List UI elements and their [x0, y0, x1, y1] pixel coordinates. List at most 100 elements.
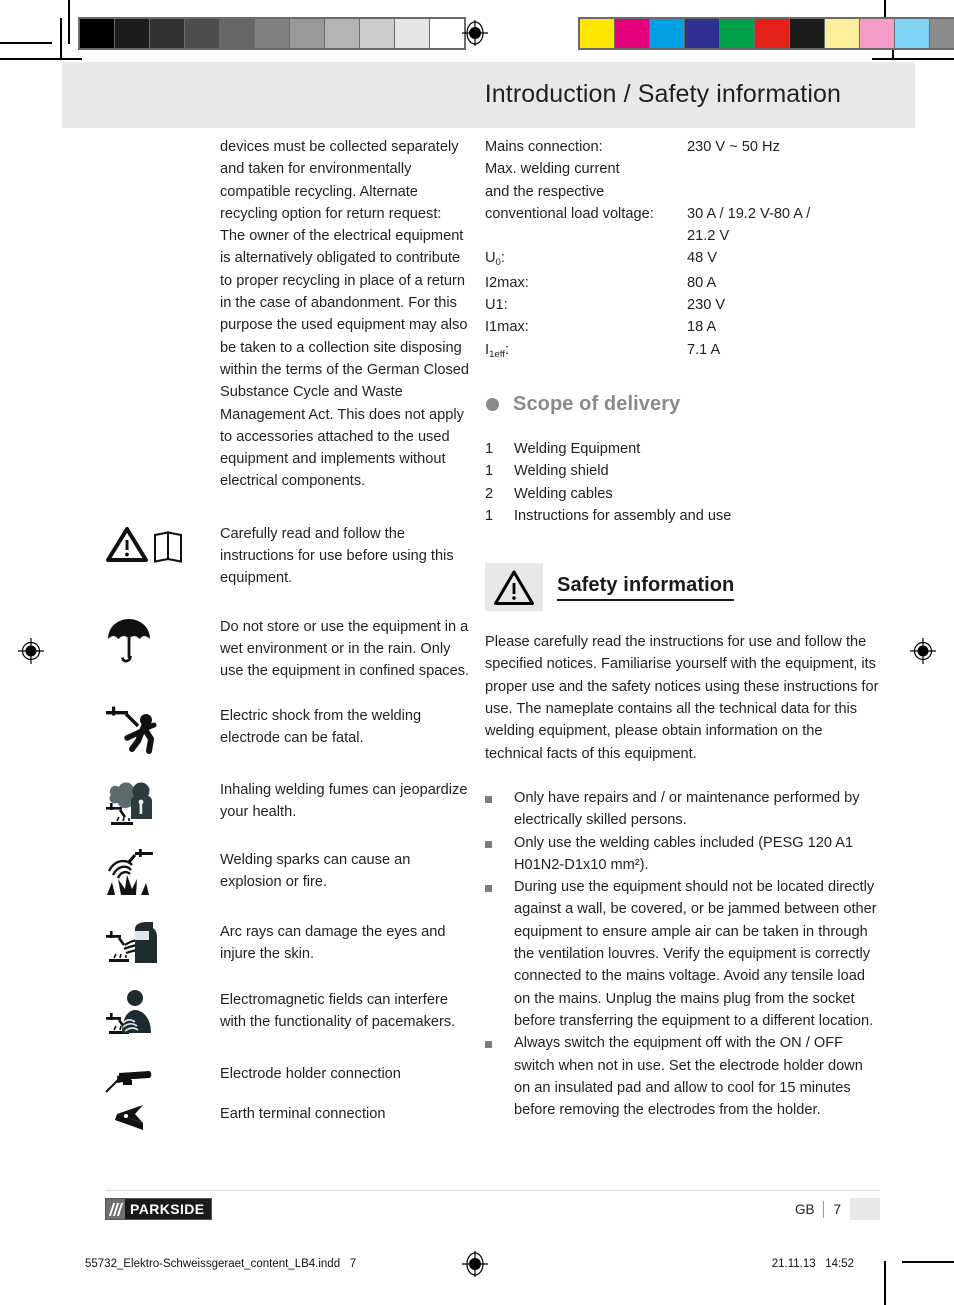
- disposal-paragraph: devices must be collected separately and…: [220, 139, 470, 490]
- safety-bullet-text: During use the equipment should not be l…: [514, 879, 877, 1029]
- parkside-slashes-icon: [106, 1199, 125, 1219]
- spec-label: conventional load voltage:: [485, 205, 654, 222]
- earth-clamp-icon: [115, 1104, 143, 1130]
- scope-of-delivery-list: 1 Welding Equipment 1 Welding shield 2 Weldin…: [485, 438, 880, 527]
- color-swatch: [614, 19, 649, 48]
- gray-swatch: [394, 19, 429, 48]
- delivery-item-quantity: 1: [485, 507, 494, 524]
- delivery-list-item: 2 Welding cables: [485, 483, 880, 505]
- crop-mark-top-right-horizontal-inner: [872, 58, 954, 60]
- gray-swatch: [324, 19, 359, 48]
- electromagnetic-field-pacemaker-icon: [106, 989, 151, 1034]
- gray-swatch: [114, 19, 149, 48]
- pictogram-icon-cell: [105, 1103, 220, 1133]
- spec-label: I2max:: [485, 274, 529, 291]
- delivery-item-name: Welding Equipment: [514, 440, 641, 457]
- safety-information-title: Safety information: [557, 574, 735, 601]
- delivery-item-name: Welding shield: [514, 463, 609, 480]
- delivery-item-quantity: 2: [485, 485, 494, 502]
- pictogram-caption: Electric shock from the welding electrod…: [220, 707, 422, 746]
- grayscale-calibration-bar: [78, 17, 466, 50]
- spec-label: Max. welding current: [485, 161, 620, 178]
- color-swatch: [719, 19, 754, 48]
- pictogram-icon-cell: [105, 616, 220, 666]
- scope-of-delivery-heading: Scope of delivery: [485, 393, 880, 416]
- delivery-item-quantity: 1: [485, 463, 494, 480]
- safety-bullet-text: Always switch the equipment off with the…: [514, 1035, 863, 1119]
- pictogram-caption: Earth terminal connection: [220, 1105, 386, 1122]
- spec-value: [687, 158, 880, 180]
- delivery-list-item: 1 Instructions for assembly and use: [485, 505, 880, 527]
- print-file-page: 7: [349, 1258, 357, 1270]
- gray-swatch: [289, 19, 324, 48]
- page-header-band: Introduction / Safety information: [62, 62, 915, 128]
- spec-value: 230 V ~ 50 Hz: [687, 139, 780, 155]
- square-bullet-icon: [485, 1032, 514, 1121]
- electric-shock-hazard-icon: [106, 706, 157, 754]
- safety-bullet-text: Only have repairs and / or maintenance p…: [514, 789, 860, 829]
- color-swatch: [929, 19, 954, 48]
- safety-information-heading: Safety information: [485, 563, 880, 612]
- page-canvas: Introduction / Safety information device…: [0, 0, 954, 1305]
- page-number: 7: [833, 1201, 841, 1217]
- footer-divider: [105, 1190, 880, 1191]
- page-meta-divider: [823, 1200, 825, 1218]
- delivery-item-name: Instructions for assembly and use: [514, 507, 732, 524]
- warning-triangle-icon: [494, 570, 534, 605]
- warning-triangle-box: [485, 563, 543, 612]
- gray-swatch: [429, 19, 464, 48]
- spec-label: I1eff:: [485, 341, 510, 360]
- welding-fumes-hazard-icon: [106, 782, 152, 825]
- pictogram-icon-cell: [105, 848, 220, 899]
- pictogram-caption: Welding sparks can cause an explosion or…: [220, 851, 411, 890]
- print-slug-timestamp: 21.11.13 14:52: [772, 1258, 854, 1270]
- parkside-logo: PARKSIDE: [105, 1198, 212, 1220]
- color-swatch: [824, 19, 859, 48]
- gray-swatch: [254, 19, 289, 48]
- safety-bullet-item: Always switch the equipment off with the…: [485, 1032, 880, 1121]
- spec-value: 7.1 A: [687, 341, 721, 358]
- print-date: 21.11.13: [771, 1258, 816, 1270]
- locale-code: GB: [794, 1201, 815, 1217]
- spec-value: 230 V: [687, 297, 726, 314]
- pictogram-row: Electric shock from the welding electrod…: [105, 705, 475, 757]
- delivery-list-item: 1 Welding shield: [485, 460, 880, 482]
- pictogram-row: Do not store or use the equipment in a w…: [105, 616, 475, 683]
- pictogram-caption: Carefully read and follow the instructio…: [220, 525, 454, 587]
- square-bullet-icon: [485, 832, 514, 877]
- page-tab-marker: [850, 1198, 880, 1220]
- registration-mark-right: [910, 638, 936, 664]
- square-bullet-icon: [485, 787, 514, 832]
- color-swatch: [580, 19, 614, 48]
- umbrella-keep-dry-icon: [108, 618, 150, 663]
- registration-mark-left: [18, 638, 44, 664]
- crop-mark-top-left-vertical-inner: [60, 18, 62, 58]
- crop-mark-bottom-right-horizontal: [902, 1261, 954, 1263]
- color-swatch: [789, 19, 824, 48]
- spec-value: 80 A: [687, 274, 717, 291]
- delivery-item-name: Welding cables: [514, 485, 613, 502]
- pictogram-row: Earth terminal connection: [105, 1103, 475, 1133]
- spec-row: I1eff: 7.1 A: [485, 339, 880, 363]
- spec-label: I1max:: [485, 319, 529, 336]
- delivery-item-quantity: 1: [485, 440, 494, 457]
- print-slug-filename: 55732_Elektro-Schweissgeraet_content_LB4…: [85, 1258, 356, 1270]
- crop-mark-top-left-horizontal: [0, 42, 52, 44]
- delivery-list-item: 1 Welding Equipment: [485, 438, 880, 460]
- spec-row: conventional load voltage: 30 A / 19.2 V-…: [485, 203, 880, 248]
- pictogram-row: Arc rays can damage the eyes and injure …: [105, 921, 475, 967]
- pictogram-caption: Electrode holder connection: [220, 1065, 401, 1082]
- page-meta: GB 7: [795, 1198, 880, 1220]
- registration-mark-top-center: [462, 20, 488, 46]
- safety-bullet-item: Only use the welding cables included (PE…: [485, 832, 880, 877]
- print-time: 14:52: [825, 1258, 854, 1270]
- color-swatch: [754, 19, 789, 48]
- gray-swatch: [184, 19, 219, 48]
- technical-specifications-table: Mains connection: 230 V ~ 50 Hz Max. weldi…: [485, 136, 880, 363]
- crop-mark-top-left-horizontal-inner: [0, 58, 82, 60]
- pictogram-icon-cell: [105, 523, 220, 565]
- spec-label: U0:: [485, 250, 505, 269]
- color-swatch: [859, 19, 894, 48]
- color-calibration-bar: [578, 17, 954, 50]
- pictogram-icon-cell: [105, 989, 220, 1037]
